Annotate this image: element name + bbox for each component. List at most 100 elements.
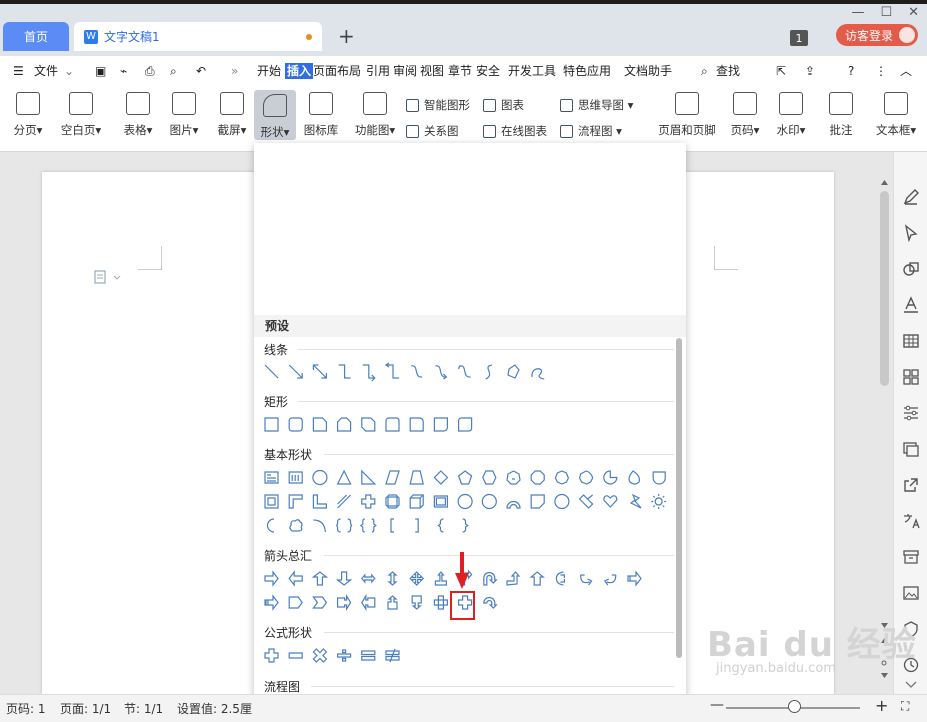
shape-option-15[interactable]: [336, 417, 352, 432]
search-icon[interactable]: ⌕: [701, 63, 708, 79]
shape-option-32[interactable]: [530, 470, 545, 485]
shape-option-42[interactable]: [361, 494, 376, 509]
ribbon-small-5[interactable]: 流程图 ▾: [560, 123, 622, 139]
shape-option-56[interactable]: [289, 519, 303, 532]
shape-option-83[interactable]: [336, 593, 352, 612]
status-section[interactable]: 节: 1/1: [124, 700, 163, 717]
shape-option-43[interactable]: [385, 494, 400, 509]
shape-option-25[interactable]: [361, 469, 377, 485]
shape-option-6[interactable]: [411, 365, 423, 378]
shape-option-87[interactable]: [433, 595, 448, 610]
ribbon-btn-1[interactable]: 空白页▾: [55, 92, 107, 138]
shape-option-1[interactable]: [288, 364, 303, 379]
ribbon-btn-6[interactable]: 图标库: [300, 92, 342, 138]
new-tab-button[interactable]: +: [338, 24, 355, 48]
scroll-thumb[interactable]: [880, 191, 889, 386]
cloud-sync-icon[interactable]: ⇪: [805, 63, 815, 79]
shape-option-46[interactable]: [457, 493, 473, 510]
ribbon-small-3[interactable]: 关系图: [406, 123, 459, 139]
shape-option-90[interactable]: [264, 648, 279, 663]
shape-option-74[interactable]: [506, 571, 521, 586]
shape-option-30[interactable]: [482, 470, 497, 485]
shape-option-5[interactable]: [384, 362, 399, 379]
table-icon[interactable]: [902, 332, 920, 350]
minimize-icon[interactable]: —: [851, 5, 864, 20]
shape-option-65[interactable]: [288, 570, 303, 587]
shape-option-48[interactable]: [506, 500, 521, 509]
print-icon[interactable]: ⎙: [145, 63, 155, 79]
picture-icon[interactable]: [902, 584, 920, 602]
shape-option-44[interactable]: [409, 494, 424, 509]
shape-option-9[interactable]: [485, 364, 492, 380]
shape-option-35[interactable]: [603, 470, 618, 485]
ribbon-btn-2[interactable]: 表格▾: [118, 92, 158, 138]
shape-option-60[interactable]: [390, 518, 394, 533]
ribbon-right-btn-4[interactable]: 文本框▾: [871, 92, 921, 138]
shape-option-82[interactable]: [312, 596, 328, 609]
shape-option-89[interactable]: [483, 596, 498, 609]
shape-option-33[interactable]: [554, 470, 570, 485]
hamburger-icon[interactable]: ☰: [13, 63, 24, 79]
shape-option-80[interactable]: [264, 594, 279, 611]
ribbon-right-btn-3[interactable]: 批注: [826, 92, 856, 138]
translate-icon[interactable]: [902, 512, 920, 530]
menu-item-0[interactable]: 开始: [257, 63, 281, 79]
shape-option-86[interactable]: [411, 595, 422, 610]
shape-option-4[interactable]: [362, 364, 376, 382]
ribbon-btn-7[interactable]: 功能图▾: [348, 92, 402, 138]
shape-option-95[interactable]: [385, 648, 400, 663]
menu-item-8[interactable]: 开发工具: [508, 63, 556, 79]
dropdown-scrollbar[interactable]: [676, 338, 682, 658]
shape-option-75[interactable]: [529, 571, 545, 586]
save-icon[interactable]: ▣: [95, 63, 106, 79]
close-icon[interactable]: ✕: [908, 5, 919, 20]
page-down-icon[interactable]: [880, 672, 889, 680]
scroll-up-icon[interactable]: [880, 178, 889, 186]
ribbon-small-1[interactable]: 图表: [483, 97, 524, 113]
zoom-out-icon[interactable]: —: [710, 697, 724, 713]
shape-option-36[interactable]: [628, 470, 640, 485]
sidebar-collapse-icon[interactable]: [902, 680, 920, 690]
shape-option-61[interactable]: [415, 518, 419, 533]
menu-item-10[interactable]: 文档助手: [624, 63, 672, 79]
more-chevron-icon[interactable]: »: [231, 63, 238, 79]
shape-option-31[interactable]: [506, 470, 521, 485]
more-options-icon[interactable]: ⋮: [875, 63, 887, 79]
shape-option-0[interactable]: [264, 364, 279, 379]
shape-option-28[interactable]: [433, 470, 449, 485]
shape-option-34[interactable]: [578, 470, 594, 485]
shape-option-39[interactable]: [288, 494, 303, 509]
shape-option-11[interactable]: [531, 368, 545, 380]
shape-option-73[interactable]: [483, 571, 498, 586]
shape-option-2[interactable]: [312, 364, 328, 379]
settings-sliders-icon[interactable]: [902, 404, 920, 422]
status-page-no[interactable]: 页码: 1: [6, 700, 46, 717]
paragraph-icon[interactable]: [94, 270, 122, 284]
shape-option-94[interactable]: [361, 650, 376, 661]
shape-option-29[interactable]: [457, 470, 473, 485]
shape-option-13[interactable]: [288, 417, 303, 432]
shape-option-54[interactable]: [651, 494, 667, 509]
shape-option-52[interactable]: [603, 495, 618, 508]
shape-option-64[interactable]: [264, 570, 279, 587]
shape-option-37[interactable]: [652, 471, 666, 485]
shape-option-51[interactable]: [578, 494, 594, 509]
guest-login-button[interactable]: 访客登录: [836, 24, 918, 46]
maximize-icon[interactable]: ☐: [880, 5, 892, 20]
zoom-in-icon[interactable]: +: [875, 696, 888, 715]
pen-icon[interactable]: [902, 188, 920, 206]
shape-option-45[interactable]: [433, 495, 448, 508]
shape-option-16[interactable]: [361, 417, 376, 432]
shape-option-21[interactable]: [264, 471, 279, 484]
shape-option-7[interactable]: [435, 365, 448, 380]
shape-option-91[interactable]: [288, 652, 303, 659]
apps-grid-icon[interactable]: [902, 368, 920, 386]
ribbon-right-btn-1[interactable]: 页码▾: [726, 92, 764, 138]
image-gallery-icon[interactable]: [902, 440, 920, 458]
tab-document[interactable]: W 文字文稿1: [74, 22, 322, 51]
chevron-down-icon[interactable]: ⌄: [64, 63, 74, 79]
menu-item-5[interactable]: 视图: [420, 63, 444, 79]
shape-option-55[interactable]: [266, 518, 275, 533]
status-pages[interactable]: 页面: 1/1: [60, 700, 111, 717]
shape-option-47[interactable]: [481, 493, 497, 510]
